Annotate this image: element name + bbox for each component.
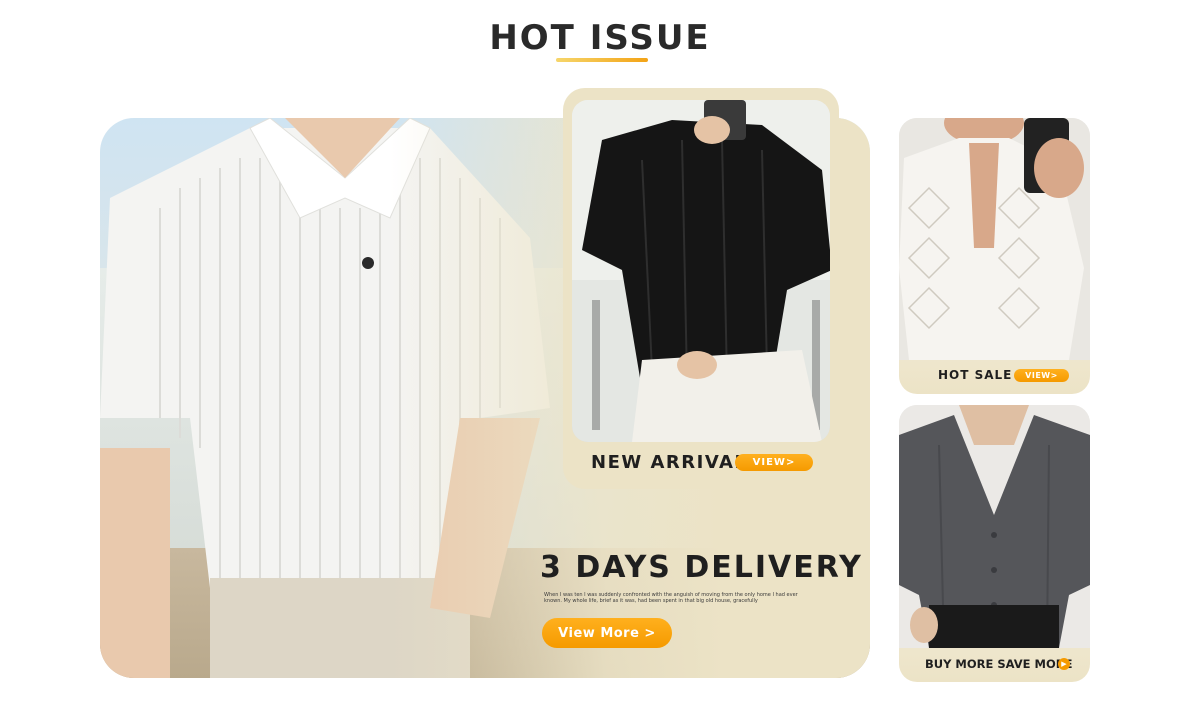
buy-more-label: BUY MORE SAVE MORE [925, 657, 1073, 671]
delivery-title: 3 DAYS DELIVERY [540, 550, 863, 585]
buy-more-card[interactable]: BUY MORE SAVE MORE ▶ [899, 405, 1090, 682]
hot-sale-view-button[interactable]: VIEW> [1014, 369, 1069, 382]
section-title: HOT ISSUE [489, 18, 711, 58]
delivery-description: When I was ten I was suddenly confronted… [544, 592, 798, 604]
new-arrival-view-button[interactable]: VIEW> [735, 454, 813, 471]
view-more-button[interactable]: View More > [542, 618, 672, 648]
hot-sale-label: HOT SALE [938, 368, 1013, 382]
hot-sale-card[interactable]: HOT SALE VIEW> [899, 118, 1090, 394]
new-arrival-card[interactable]: NEW ARRIVAL VIEW> [563, 88, 839, 489]
hot-sale-image [899, 118, 1090, 360]
buy-more-image [899, 405, 1090, 648]
title-underline [556, 58, 648, 62]
new-arrival-image [572, 100, 830, 442]
new-arrival-label: NEW ARRIVAL [591, 452, 748, 473]
play-arrow-icon[interactable]: ▶ [1058, 658, 1070, 670]
